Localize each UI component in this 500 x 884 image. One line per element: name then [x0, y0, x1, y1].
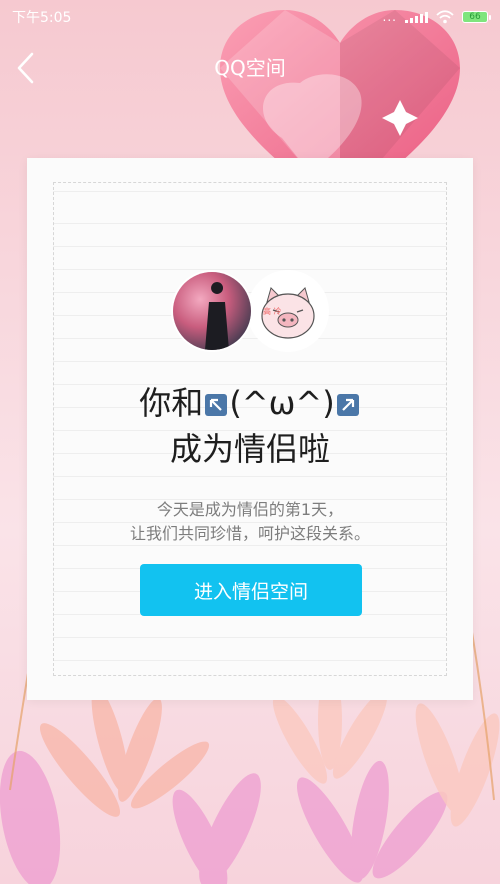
headline-line-1: 你和 (^ω^) [27, 380, 473, 426]
pig-icon: 高 冷 [249, 272, 327, 350]
status-bar: 下午5:05 ... 66 [0, 0, 500, 34]
enter-couple-space-button[interactable]: 进入情侣空间 [140, 564, 362, 616]
wifi-icon [436, 10, 454, 24]
partner-avatar[interactable]: 高 冷 [247, 270, 329, 352]
headline-nickname: (^ω^) [229, 384, 335, 422]
headline-prefix: 你和 [139, 384, 204, 422]
nav-title: QQ空间 [214, 56, 286, 80]
nav-bar: QQ空间 [0, 34, 500, 106]
user-avatar-image [173, 272, 251, 350]
subtext: 今天是成为情侣的第1天， 让我们共同珍惜，呵护这段关系。 [27, 498, 473, 546]
subtext-line-1: 今天是成为情侣的第1天， [156, 500, 344, 519]
signal-icon [405, 11, 428, 23]
status-dots: ... [382, 10, 397, 24]
headline-line-2: 成为情侣啦 [169, 430, 330, 468]
arrow-up-left-icon [205, 394, 228, 416]
status-time: 下午5:05 [12, 10, 72, 26]
subtext-line-2: 让我们共同珍惜，呵护这段关系。 [129, 524, 370, 543]
status-right: ... 66 [382, 10, 491, 24]
headline: 你和 (^ω^) 成为情侣啦 [27, 380, 473, 472]
couple-card: 高 冷 你和 (^ω^) 成为情侣啦 今天是成为情侣的第1天， 让我们共同珍惜，呵… [27, 158, 473, 700]
arrow-up-right-icon [336, 394, 359, 416]
avatar-group: 高 冷 [27, 270, 473, 352]
status-left: 下午5:05 [12, 7, 71, 27]
partner-avatar-text: 高 冷 [263, 306, 282, 316]
battery-icon: 66 [462, 11, 491, 23]
user-avatar[interactable] [171, 270, 253, 352]
